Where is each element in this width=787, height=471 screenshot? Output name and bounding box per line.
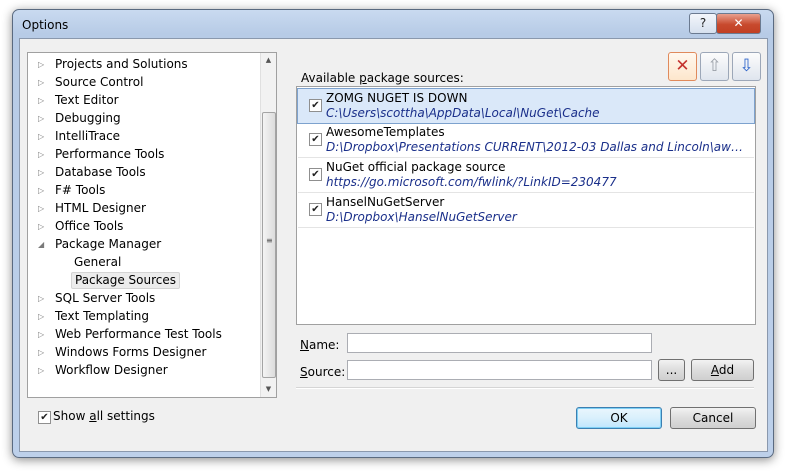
tree-item-label: HTML Designer: [55, 201, 146, 215]
tree-item[interactable]: ▷ Database Tools: [28, 164, 258, 181]
collapsed-arrow-icon[interactable]: ▷: [38, 92, 48, 109]
tree-item[interactable]: ▷ Performance Tools: [28, 146, 258, 163]
tree-item-label: General: [74, 255, 122, 269]
tree-item-label: Database Tools: [55, 165, 146, 179]
collapsed-arrow-icon[interactable]: ▷: [38, 362, 48, 379]
source-input[interactable]: [347, 360, 652, 380]
tree-item-label: Package Sources: [71, 272, 181, 289]
tree-item[interactable]: Package Sources: [28, 272, 258, 289]
options-tree: ▷ Projects and Solutions ▷ Source Control ▷ T…: [27, 52, 277, 398]
tree-item-label: Workflow Designer: [55, 363, 168, 377]
tree-item-label: Office Tools: [55, 219, 124, 233]
remove-icon: ✕: [675, 56, 690, 76]
separator: [296, 387, 754, 389]
tree-item-label: Text Editor: [55, 93, 119, 107]
checkbox-check-icon[interactable]: ✔: [38, 411, 51, 424]
tree-item[interactable]: ▷ Source Control: [28, 74, 258, 91]
tree-item-label: Source Control: [55, 75, 144, 89]
collapsed-arrow-icon[interactable]: ▷: [38, 128, 48, 145]
tree-item[interactable]: ▷ Text Editor: [28, 92, 258, 109]
collapsed-arrow-icon[interactable]: ▷: [38, 182, 48, 199]
source-enabled-checkbox[interactable]: ✔: [309, 203, 322, 216]
tree-item-label: Projects and Solutions: [55, 57, 188, 71]
tree-item[interactable]: General: [28, 254, 258, 271]
collapsed-arrow-icon[interactable]: ▷: [38, 56, 48, 73]
move-down-button[interactable]: ⇩: [732, 52, 761, 81]
collapsed-arrow-icon[interactable]: ▷: [38, 110, 48, 127]
tree-item[interactable]: ◢ Package Manager: [28, 236, 258, 253]
source-row[interactable]: ✔ AwesomeTemplates D:\Dropbox\Presentation…: [298, 123, 754, 158]
package-sources-list: ✔ ZOMG NUGET IS DOWN C:\Users\scottha\AppD…: [296, 86, 756, 325]
source-name: HanselNuGetServer: [326, 195, 445, 209]
grip-icon: ≡: [266, 236, 273, 245]
scroll-up-icon[interactable]: ▲: [261, 53, 276, 68]
tree-item-label: Text Templating: [55, 309, 150, 323]
arrow-up-icon: ⇧: [707, 56, 722, 76]
scroll-thumb[interactable]: ≡: [262, 112, 276, 378]
tree-item[interactable]: ▷ Text Templating: [28, 308, 258, 325]
tree-item[interactable]: ▷ Debugging: [28, 110, 258, 127]
tree-item-label: F# Tools: [55, 183, 106, 197]
collapsed-arrow-icon[interactable]: ▷: [38, 146, 48, 163]
tree-item[interactable]: ▷ IntelliTrace: [28, 128, 258, 145]
tree-item-label: Package Manager: [55, 237, 162, 251]
source-name: AwesomeTemplates: [326, 125, 445, 139]
source-enabled-checkbox[interactable]: ✔: [309, 168, 322, 181]
remove-source-button[interactable]: ✕: [668, 52, 697, 81]
collapsed-arrow-icon[interactable]: ▷: [38, 164, 48, 181]
tree-item-label: Windows Forms Designer: [55, 345, 207, 359]
source-path: C:\Users\scottha\AppData\Local\NuGet\Cac…: [326, 106, 600, 120]
source-path: https://go.microsoft.com/fwlink/?LinkID=…: [326, 175, 617, 189]
ok-button[interactable]: OK: [576, 407, 662, 429]
tree-item[interactable]: ▷ Projects and Solutions: [28, 56, 258, 73]
tree-item[interactable]: ▷ F# Tools: [28, 182, 258, 199]
tree-scrollbar[interactable]: ▲ ≡ ▼: [260, 53, 276, 397]
source-path: D:\Dropbox\Presentations CURRENT\2012-03…: [326, 140, 749, 154]
tree-item[interactable]: ▷ SQL Server Tools: [28, 290, 258, 307]
source-row[interactable]: ✔ ZOMG NUGET IS DOWN C:\Users\scottha\AppD…: [297, 88, 755, 124]
source-enabled-checkbox[interactable]: ✔: [309, 133, 322, 146]
tree-item-label: Web Performance Test Tools: [55, 327, 222, 341]
collapsed-arrow-icon[interactable]: ▷: [38, 218, 48, 235]
tree-item-label: IntelliTrace: [55, 129, 121, 143]
tree-item[interactable]: ▷ Office Tools: [28, 218, 258, 235]
dialog-body: ▷ Projects and Solutions ▷ Source Control ▷ T…: [19, 38, 768, 452]
tree-item-label: SQL Server Tools: [55, 291, 156, 305]
expanded-arrow-icon[interactable]: ◢: [38, 236, 48, 253]
close-button[interactable]: ✕: [716, 13, 761, 34]
show-all-settings-label: Show all settings: [53, 409, 155, 423]
options-dialog: Options ? ✕ ▷ Projects and Solutions ▷ Sour…: [12, 9, 774, 458]
tree-item-label: Performance Tools: [55, 147, 165, 161]
tree-item[interactable]: ▷ Workflow Designer: [28, 362, 258, 379]
collapsed-arrow-icon[interactable]: ▷: [38, 344, 48, 361]
cancel-button[interactable]: Cancel: [670, 407, 756, 429]
collapsed-arrow-icon[interactable]: ▷: [38, 200, 48, 217]
browse-button[interactable]: ...: [658, 359, 685, 381]
source-name: NuGet official package source: [326, 160, 506, 174]
source-enabled-checkbox[interactable]: ✔: [309, 99, 322, 112]
source-row[interactable]: ✔ NuGet official package source https://go…: [298, 158, 754, 193]
collapsed-arrow-icon[interactable]: ▷: [38, 326, 48, 343]
collapsed-arrow-icon[interactable]: ▷: [38, 308, 48, 325]
name-label: Name:: [300, 338, 340, 352]
collapsed-arrow-icon[interactable]: ▷: [38, 290, 48, 307]
collapsed-arrow-icon[interactable]: ▷: [38, 74, 48, 91]
scroll-down-icon[interactable]: ▼: [261, 382, 276, 397]
source-label: Source:: [300, 365, 346, 379]
tree-item[interactable]: ▷ Windows Forms Designer: [28, 344, 258, 361]
tree-item[interactable]: ▷ Web Performance Test Tools: [28, 326, 258, 343]
tree-item-label: Debugging: [55, 111, 121, 125]
source-row[interactable]: ✔ HanselNuGetServer D:\Dropbox\HanselNuGet…: [298, 193, 754, 228]
help-button[interactable]: ?: [689, 13, 717, 34]
tree-item[interactable]: ▷ HTML Designer: [28, 200, 258, 217]
arrow-down-icon: ⇩: [739, 56, 754, 76]
source-name: ZOMG NUGET IS DOWN: [326, 91, 468, 105]
move-up-button[interactable]: ⇧: [700, 52, 729, 81]
window-title: Options: [22, 18, 69, 32]
add-button[interactable]: Add: [691, 359, 754, 381]
available-sources-label: Available package sources:: [301, 71, 464, 85]
source-path: D:\Dropbox\HanselNuGetServer: [326, 210, 517, 224]
name-input[interactable]: [347, 333, 652, 353]
